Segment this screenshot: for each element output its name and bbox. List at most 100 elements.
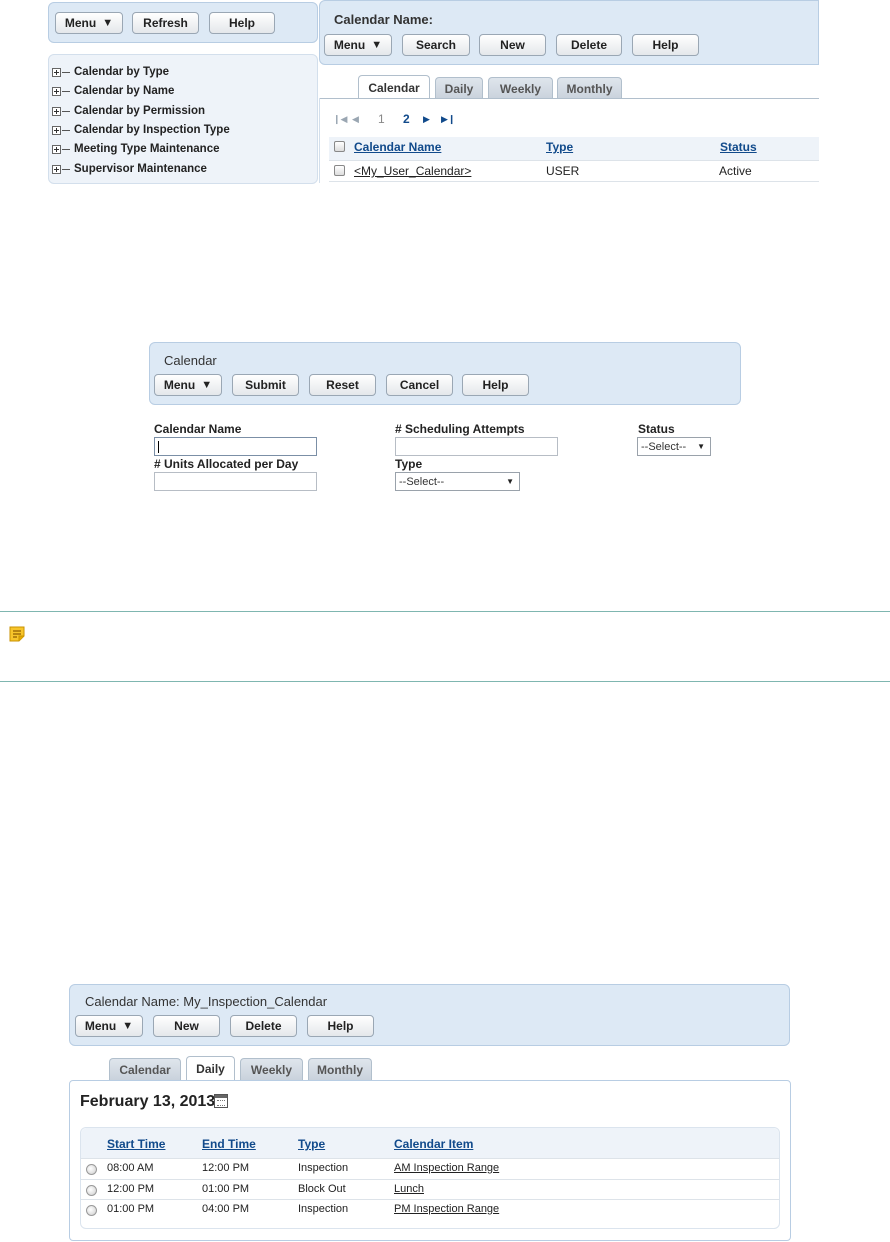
menu-arrow-icon: ▼ bbox=[371, 38, 383, 51]
calendar-form-header: Calendar Menu ▼ Submit Reset Cancel Help bbox=[149, 342, 741, 405]
calendar-item-link[interactable]: PM Inspection Range bbox=[394, 1203, 499, 1215]
row-divider bbox=[81, 1199, 779, 1200]
menu-button[interactable]: Menu ▼ bbox=[75, 1015, 143, 1037]
delete-button[interactable]: Delete bbox=[556, 34, 622, 56]
type-select[interactable]: --Select-- ▼ bbox=[395, 472, 520, 491]
expand-icon[interactable] bbox=[52, 144, 61, 154]
tree-item[interactable]: Calendar by Type bbox=[52, 64, 169, 80]
first-page-icon[interactable]: ❙◀ bbox=[333, 114, 347, 125]
tree-connector bbox=[62, 90, 70, 92]
menu-arrow-icon: ▼ bbox=[102, 16, 114, 29]
help-button[interactable]: Help bbox=[307, 1015, 374, 1037]
expand-icon[interactable] bbox=[52, 86, 61, 96]
calendar-name-link[interactable]: <My_User_Calendar> bbox=[354, 164, 471, 178]
tab-calendar[interactable]: Calendar bbox=[358, 75, 430, 99]
item-type: Inspection bbox=[298, 1203, 349, 1215]
expand-icon[interactable] bbox=[52, 164, 61, 174]
calendar-name-field[interactable] bbox=[154, 437, 317, 456]
item-type: Inspection bbox=[298, 1162, 349, 1174]
end-time: 04:00 PM bbox=[202, 1203, 250, 1215]
column-type[interactable]: Type bbox=[298, 1137, 325, 1151]
tree-item[interactable]: Calendar by Name bbox=[52, 83, 174, 99]
calendar-picker-icon[interactable] bbox=[214, 1094, 228, 1108]
tree-item-label: Calendar by Permission bbox=[74, 105, 206, 117]
menu-button[interactable]: Menu ▼ bbox=[55, 12, 123, 34]
page-title: Calendar Name: My_Inspection_Calendar bbox=[85, 994, 328, 1009]
row-radio[interactable] bbox=[86, 1164, 97, 1175]
menu-label: Menu bbox=[163, 378, 196, 392]
delete-button[interactable]: Delete bbox=[230, 1015, 297, 1037]
new-button[interactable]: New bbox=[153, 1015, 220, 1037]
column-calendar-name[interactable]: Calendar Name bbox=[354, 140, 441, 154]
note-top-rule bbox=[0, 611, 890, 612]
tab-weekly[interactable]: Weekly bbox=[240, 1058, 303, 1080]
tab-bar: Calendar Daily Weekly Monthly bbox=[358, 75, 818, 99]
refresh-button[interactable]: Refresh bbox=[132, 12, 199, 34]
help-button[interactable]: Help bbox=[632, 34, 699, 56]
submit-button[interactable]: Submit bbox=[232, 374, 299, 396]
cancel-button[interactable]: Cancel bbox=[386, 374, 453, 396]
note-bottom-rule bbox=[0, 681, 890, 682]
menu-label: Menu bbox=[333, 38, 366, 52]
item-type: Block Out bbox=[298, 1183, 346, 1195]
tree-connector bbox=[62, 71, 70, 73]
type-select-value: --Select-- bbox=[399, 475, 445, 488]
menu-arrow-icon: ▼ bbox=[201, 378, 213, 391]
row-radio[interactable] bbox=[86, 1185, 97, 1196]
expand-icon[interactable] bbox=[52, 125, 61, 135]
tab-content-left-border bbox=[319, 98, 320, 183]
tree-connector bbox=[62, 148, 70, 150]
search-button[interactable]: Search bbox=[402, 34, 470, 56]
form-title: Calendar bbox=[164, 353, 217, 368]
tab-monthly[interactable]: Monthly bbox=[557, 77, 622, 99]
row-radio[interactable] bbox=[86, 1205, 97, 1216]
prev-page-icon[interactable]: ◀ bbox=[352, 114, 359, 125]
status-select[interactable]: --Select-- ▼ bbox=[637, 437, 711, 456]
calendar-name-label: Calendar Name bbox=[154, 422, 242, 436]
column-calendar-item[interactable]: Calendar Item bbox=[394, 1137, 473, 1151]
column-type[interactable]: Type bbox=[546, 140, 573, 154]
select-all-checkbox[interactable] bbox=[334, 141, 345, 152]
row-checkbox[interactable] bbox=[334, 165, 345, 176]
calendar-status: Active bbox=[719, 164, 752, 178]
row-divider bbox=[81, 1179, 779, 1180]
tree-item[interactable]: Calendar by Permission bbox=[52, 103, 205, 119]
tab-monthly[interactable]: Monthly bbox=[308, 1058, 372, 1080]
expand-icon[interactable] bbox=[52, 106, 61, 116]
tab-daily[interactable]: Daily bbox=[435, 77, 483, 99]
start-time: 01:00 PM bbox=[107, 1203, 155, 1215]
daily-table: Start Time End Time Type Calendar Item 0… bbox=[80, 1127, 780, 1229]
type-label: Type bbox=[395, 457, 423, 471]
units-field[interactable] bbox=[154, 472, 317, 491]
page-title: Calendar Name: bbox=[334, 12, 433, 27]
tree-item[interactable]: Meeting Type Maintenance bbox=[52, 141, 219, 157]
help-button[interactable]: Help bbox=[462, 374, 529, 396]
next-page-icon[interactable]: ▶ bbox=[423, 114, 430, 125]
page-2-link[interactable]: 2 bbox=[403, 112, 410, 126]
help-button[interactable]: Help bbox=[209, 12, 275, 34]
reset-button[interactable]: Reset bbox=[309, 374, 376, 396]
scheduling-attempts-field[interactable] bbox=[395, 437, 558, 456]
menu-button[interactable]: Menu ▼ bbox=[154, 374, 222, 396]
tree-item-label: Calendar by Inspection Type bbox=[74, 124, 230, 136]
calendar-item-link[interactable]: AM Inspection Range bbox=[394, 1162, 499, 1174]
tree-connector bbox=[62, 168, 70, 170]
pager: ❙◀ ◀ 1 2 ▶ ▶❙ bbox=[333, 112, 463, 128]
column-start-time[interactable]: Start Time bbox=[107, 1137, 165, 1151]
scheduling-attempts-label: # Scheduling Attempts bbox=[395, 422, 525, 436]
column-end-time[interactable]: End Time bbox=[202, 1137, 256, 1151]
menu-label: Menu bbox=[84, 1019, 117, 1033]
tree-item[interactable]: Supervisor Maintenance bbox=[52, 161, 207, 177]
tree-item[interactable]: Calendar by Inspection Type bbox=[52, 122, 230, 138]
tab-daily[interactable]: Daily bbox=[186, 1056, 235, 1080]
column-status[interactable]: Status bbox=[720, 140, 757, 154]
calendar-item-link[interactable]: Lunch bbox=[394, 1183, 424, 1195]
tab-weekly[interactable]: Weekly bbox=[488, 77, 553, 99]
tab-calendar[interactable]: Calendar bbox=[109, 1058, 181, 1080]
page-1-link[interactable]: 1 bbox=[378, 112, 385, 126]
menu-button[interactable]: Menu ▼ bbox=[324, 34, 392, 56]
expand-icon[interactable] bbox=[52, 67, 61, 77]
last-page-icon[interactable]: ▶❙ bbox=[441, 114, 455, 125]
status-select-value: --Select-- bbox=[641, 440, 687, 453]
new-button[interactable]: New bbox=[479, 34, 546, 56]
